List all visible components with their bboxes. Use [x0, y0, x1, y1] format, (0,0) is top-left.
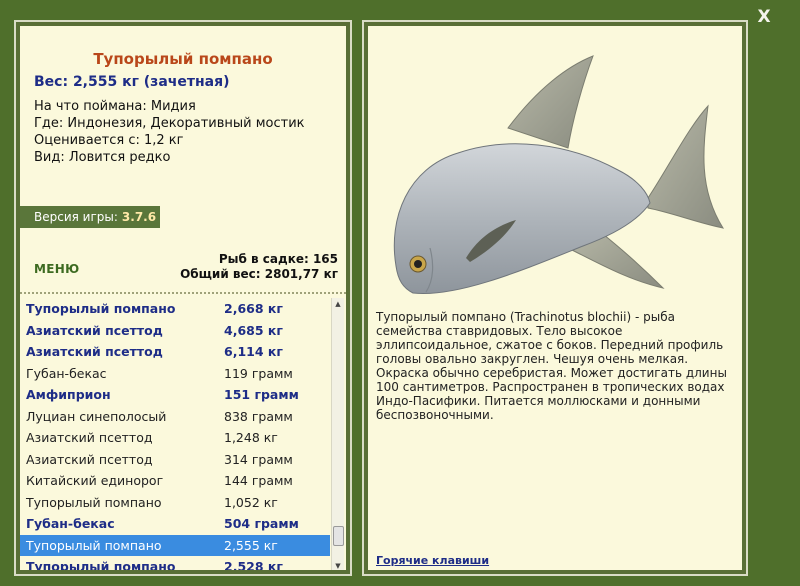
- list-item-name: Тупорылый помпано: [26, 537, 162, 553]
- list-item-weight: 119 грамм: [224, 365, 293, 381]
- list-item-weight: 6,114 кг: [224, 344, 283, 359]
- list-item[interactable]: Губан-бекас 504 грамм: [20, 513, 330, 535]
- list-item-weight: 1,052 кг: [224, 494, 278, 510]
- fish-details: На что поймана: Мидия Где: Индонезия, Де…: [34, 98, 305, 166]
- list-item[interactable]: Тупорылый помпано 1,052 кг: [20, 492, 330, 514]
- list-item-weight: 151 грамм: [224, 387, 299, 402]
- list-scrollbar[interactable]: ▲ ▼: [331, 298, 344, 570]
- rated-from: Оценивается с: 1,2 кг: [34, 133, 184, 148]
- list-item-name: Амфиприон: [26, 387, 111, 402]
- list-item-name: Луциан синеполосый: [26, 408, 167, 424]
- list-item[interactable]: Азиатский псеттод 6,114 кг: [20, 341, 330, 363]
- fish-count: Рыб в садке: 165: [218, 252, 338, 266]
- fish-info-card: Тупорылый помпано Вес: 2,555 кг (зачетна…: [20, 26, 346, 570]
- list-item-name: Азиатский псеттод: [26, 322, 163, 338]
- game-version: Версия игры: 3.7.6: [20, 206, 160, 228]
- catch-list: Тупорылый помпано 2,668 кг Азиатский псетт…: [20, 292, 346, 570]
- total-weight: Общий вес: 2801,77 кг: [180, 267, 338, 281]
- fish-image: [393, 55, 725, 295]
- close-button[interactable]: X: [752, 6, 776, 28]
- list-item-weight: 2,555 кг: [224, 537, 278, 553]
- dorsal-fin: [507, 55, 594, 149]
- list-item-weight: 4,685 кг: [224, 322, 283, 338]
- caught-where: Где: Индонезия, Декоративный мостик: [34, 116, 305, 131]
- version-number: 3.7.6: [121, 210, 157, 224]
- menu-button[interactable]: МЕНЮ: [34, 262, 79, 276]
- tail-fin: [647, 104, 725, 229]
- list-item-name: Тупорылый помпано: [26, 494, 162, 510]
- rarity: Вид: Ловится редко: [34, 150, 171, 165]
- list-item[interactable]: Азиатский псеттод 314 грамм: [20, 449, 330, 471]
- version-label: Версия игры:: [34, 210, 118, 224]
- list-item-weight: 2,528 кг: [224, 559, 283, 570]
- list-item-weight: 314 грамм: [224, 451, 293, 467]
- list-item[interactable]: Китайский единорог 144 грамм: [20, 470, 330, 492]
- scroll-down-icon[interactable]: ▼: [332, 560, 344, 570]
- list-item-weight: 144 грамм: [224, 473, 293, 488]
- list-item[interactable]: Азиатский псеттод 1,248 кг: [20, 427, 330, 449]
- catch-list-rows: Тупорылый помпано 2,668 кг Азиатский псетт…: [20, 298, 330, 570]
- list-item-name: Азиатский псеттод: [26, 451, 153, 467]
- list-item[interactable]: Тупорылый помпано 2,555 кг: [20, 534, 330, 556]
- keepnet-stats: Рыб в садке: 165 Общий вес: 2801,77 кг: [180, 252, 338, 282]
- fish-title: Тупорылый помпано: [93, 50, 273, 68]
- caught-on: На что поймана: Мидия: [34, 99, 196, 114]
- list-item-name: Китайский единорог: [26, 473, 164, 488]
- fish-description: Тупорылый помпано (Trachinotus blochii) …: [376, 310, 727, 422]
- list-item-weight: 504 грамм: [224, 516, 299, 531]
- list-item-name: Тупорылый помпано: [26, 301, 176, 316]
- hotkeys-link[interactable]: Горячие клавиши: [376, 554, 489, 567]
- list-item-name: Губан-бекас: [26, 516, 115, 531]
- list-item[interactable]: Тупорылый помпано 2,528 кг: [20, 556, 330, 570]
- list-item[interactable]: Луциан синеполосый 838 грамм: [20, 406, 330, 428]
- list-item-weight: 838 грамм: [224, 408, 293, 424]
- list-item-name: Азиатский псеттод: [26, 344, 163, 359]
- fish-detail-card: Тупорылый помпано (Trachinotus blochii) …: [368, 26, 742, 570]
- fish-info-panel: Тупорылый помпано Вес: 2,555 кг (зачетна…: [14, 20, 352, 576]
- list-item-name: Губан-бекас: [26, 365, 107, 381]
- fish-weight: Вес: 2,555 кг (зачетная): [34, 74, 230, 90]
- list-item[interactable]: Губан-бекас 119 грамм: [20, 363, 330, 385]
- scroll-up-icon[interactable]: ▲: [332, 298, 344, 310]
- list-item-name: Азиатский псеттод: [26, 430, 153, 445]
- list-item[interactable]: Амфиприон 151 грамм: [20, 384, 330, 406]
- list-item-weight: 1,248 кг: [224, 430, 278, 445]
- list-item[interactable]: Азиатский псеттод 4,685 кг: [20, 320, 330, 342]
- list-item-name: Тупорылый помпано: [26, 559, 176, 570]
- fish-detail-panel: Тупорылый помпано (Trachinotus blochii) …: [362, 20, 748, 576]
- list-item[interactable]: Тупорылый помпано 2,668 кг: [20, 298, 330, 320]
- list-item-weight: 2,668 кг: [224, 301, 283, 316]
- scroll-thumb[interactable]: [333, 526, 344, 546]
